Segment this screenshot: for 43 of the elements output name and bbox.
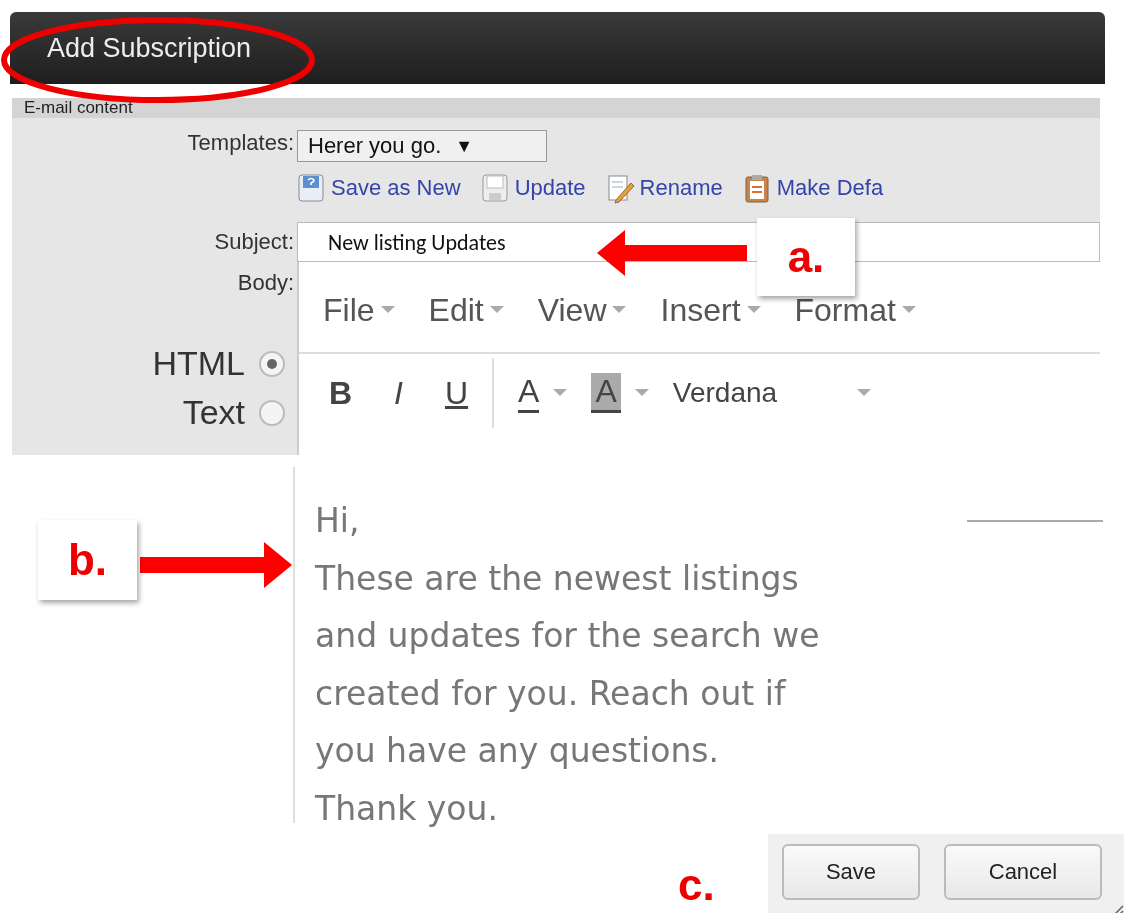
caret-icon <box>634 389 649 397</box>
radio-button[interactable] <box>259 350 285 377</box>
pencil-page-icon <box>605 172 636 204</box>
window-title: Add Subscription <box>47 32 252 64</box>
toolbar-link[interactable]: Rename <box>605 172 723 204</box>
radio-button[interactable] <box>259 399 285 426</box>
menu-item[interactable]: Edit <box>428 291 504 329</box>
caret-icon <box>489 306 504 314</box>
menu-item[interactable]: File <box>323 291 395 329</box>
caret-icon <box>746 306 761 314</box>
cancel-button[interactable]: Cancel <box>944 844 1102 900</box>
callout-tooltip: a. <box>757 218 855 296</box>
body-text: Hi, <box>315 500 360 542</box>
body-text: you have any questions. <box>315 730 719 773</box>
right-arrow-icon <box>140 542 292 588</box>
section-header: E-mail content <box>12 98 1100 118</box>
italic-button[interactable]: I <box>394 374 403 412</box>
callout-label: c. <box>678 860 715 910</box>
field-label: Templates: <box>186 130 295 156</box>
toolbar-link[interactable]: Make Defa <box>742 172 884 204</box>
body-text: created for you. Reach out if <box>315 672 786 715</box>
save-button[interactable]: Save <box>782 844 920 900</box>
caret-icon <box>380 306 395 314</box>
field-label: Body: <box>236 270 295 296</box>
text-color-button[interactable]: A <box>518 373 540 413</box>
caret-icon <box>553 389 568 397</box>
toolbar-link[interactable]: Update <box>480 172 586 204</box>
font-dropdown[interactable]: Verdana <box>672 377 872 409</box>
highlight-color-button[interactable]: A <box>591 373 621 413</box>
radio-label: HTML <box>152 344 245 383</box>
toolbar-link[interactable]: Save as New <box>297 172 461 204</box>
bold-button[interactable]: B <box>329 374 353 412</box>
callout-label: b. <box>38 520 137 600</box>
body-text: These are the newest listings <box>315 557 799 600</box>
radio-label: Text <box>182 393 245 432</box>
underline-button[interactable]: U <box>445 374 469 412</box>
template-dropdown[interactable]: Herer you go. ▼ <box>297 130 547 162</box>
field-label: Subject: <box>213 229 295 255</box>
caret-icon <box>612 306 627 314</box>
menu-item[interactable]: View <box>537 291 627 329</box>
caret-icon <box>901 306 916 314</box>
caret-icon <box>857 389 872 397</box>
body-text: and updates for the search we <box>315 615 820 658</box>
